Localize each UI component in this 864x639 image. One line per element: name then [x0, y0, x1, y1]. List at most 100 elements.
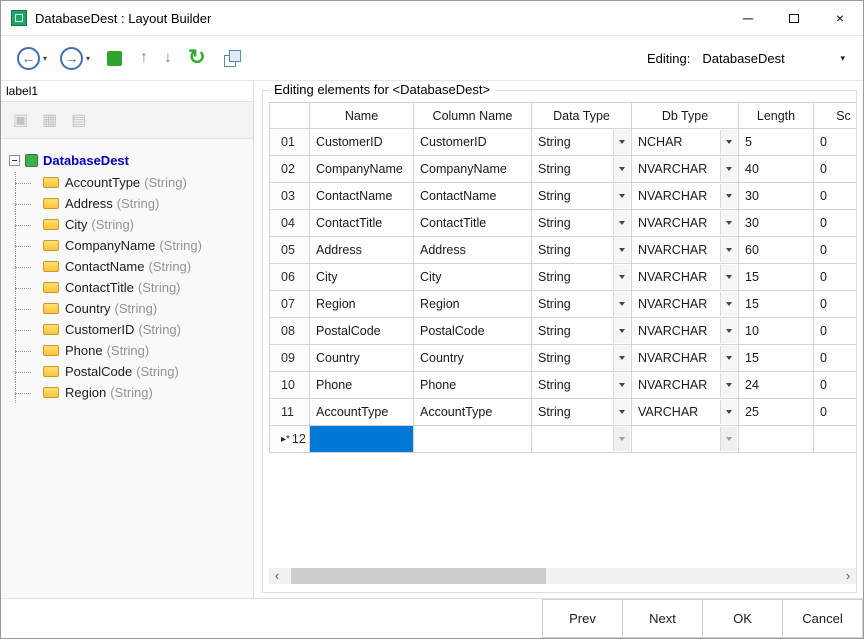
- new-element-icon[interactable]: ▣: [13, 110, 28, 130]
- cell-data_type[interactable]: String: [532, 237, 632, 264]
- row-header[interactable]: 05: [270, 237, 310, 264]
- cell-scale[interactable]: 0: [814, 129, 856, 156]
- tree-item-phone[interactable]: Phone(String): [9, 340, 253, 361]
- cell-scale[interactable]: 0: [814, 183, 856, 210]
- tree-item-contacttitle[interactable]: ContactTitle(String): [9, 277, 253, 298]
- cell-db_type[interactable]: NVARCHAR: [632, 372, 739, 399]
- copy-layout-button[interactable]: [222, 49, 241, 68]
- tree-root-databasedest[interactable]: DatabaseDest: [9, 149, 253, 172]
- cell-length[interactable]: 25: [739, 399, 814, 426]
- cell-length[interactable]: 30: [739, 210, 814, 237]
- cell-length[interactable]: 5: [739, 129, 814, 156]
- tree-item-address[interactable]: Address(String): [9, 193, 253, 214]
- tree-item-postalcode[interactable]: PostalCode(String): [9, 361, 253, 382]
- row-header[interactable]: 07: [270, 291, 310, 318]
- row-header[interactable]: 08: [270, 318, 310, 345]
- cell-name[interactable]: [310, 426, 414, 453]
- cell-column_name[interactable]: City: [414, 264, 532, 291]
- cell-column_name[interactable]: Address: [414, 237, 532, 264]
- cell-dropdown-button[interactable]: [720, 373, 737, 397]
- cell-column_name[interactable]: ContactName: [414, 183, 532, 210]
- tree-item-region[interactable]: Region(String): [9, 382, 253, 403]
- minimize-button[interactable]: ─: [725, 1, 771, 35]
- row-header[interactable]: 03: [270, 183, 310, 210]
- cell-db_type[interactable]: NCHAR: [632, 129, 739, 156]
- cell-length[interactable]: 60: [739, 237, 814, 264]
- cell-data_type[interactable]: String: [532, 183, 632, 210]
- refresh-button[interactable]: ↻: [188, 48, 206, 68]
- cell-dropdown-button[interactable]: [613, 400, 630, 424]
- cell-scale[interactable]: 0: [814, 399, 856, 426]
- cell-dropdown-button[interactable]: [720, 130, 737, 154]
- cell-dropdown-button[interactable]: [613, 157, 630, 181]
- row-header[interactable]: 11: [270, 399, 310, 426]
- tree-item-city[interactable]: City(String): [9, 214, 253, 235]
- cell-dropdown-button[interactable]: [613, 238, 630, 262]
- cell-name[interactable]: AccountType: [310, 399, 414, 426]
- cell-dropdown-button[interactable]: [613, 346, 630, 370]
- row-header[interactable]: 01: [270, 129, 310, 156]
- cell-dropdown-button[interactable]: [613, 184, 630, 208]
- cell-data_type[interactable]: String: [532, 318, 632, 345]
- new-row-header[interactable]: ▸*12: [270, 426, 310, 453]
- tree-item-customerid[interactable]: CustomerID(String): [9, 319, 253, 340]
- cell-column_name[interactable]: Region: [414, 291, 532, 318]
- cell-column_name[interactable]: ContactTitle: [414, 210, 532, 237]
- back-dropdown-caret-icon[interactable]: ▾: [43, 54, 47, 63]
- cell-name[interactable]: CustomerID: [310, 129, 414, 156]
- cell-scale[interactable]: 0: [814, 237, 856, 264]
- cell-db_type[interactable]: NVARCHAR: [632, 345, 739, 372]
- move-down-button[interactable]: ↓: [164, 49, 172, 67]
- cell-column_name[interactable]: AccountType: [414, 399, 532, 426]
- cell-db_type[interactable]: NVARCHAR: [632, 156, 739, 183]
- cell-name[interactable]: Region: [310, 291, 414, 318]
- tree-item-country[interactable]: Country(String): [9, 298, 253, 319]
- cell-scale[interactable]: 0: [814, 291, 856, 318]
- cell-length[interactable]: 15: [739, 291, 814, 318]
- row-header[interactable]: 09: [270, 345, 310, 372]
- cancel-button[interactable]: Cancel: [782, 599, 863, 638]
- cell-column_name[interactable]: Phone: [414, 372, 532, 399]
- scrollbar-thumb[interactable]: [291, 568, 546, 584]
- cell-data_type[interactable]: String: [532, 210, 632, 237]
- grid-view-icon[interactable]: ▦: [42, 110, 57, 130]
- cell-dropdown-button[interactable]: [613, 319, 630, 343]
- cell-data_type[interactable]: String: [532, 345, 632, 372]
- cell-column_name[interactable]: [414, 426, 532, 453]
- cell-data_type[interactable]: String: [532, 399, 632, 426]
- cell-data_type[interactable]: String: [532, 129, 632, 156]
- cell-dropdown-button[interactable]: [720, 292, 737, 316]
- cell-data_type[interactable]: String: [532, 156, 632, 183]
- cell-scale[interactable]: 0: [814, 156, 856, 183]
- cell-length[interactable]: 40: [739, 156, 814, 183]
- cell-dropdown-button[interactable]: [720, 319, 737, 343]
- cell-db_type[interactable]: NVARCHAR: [632, 318, 739, 345]
- next-button[interactable]: Next: [622, 599, 703, 638]
- cell-name[interactable]: CompanyName: [310, 156, 414, 183]
- editing-combobox[interactable]: DatabaseDest ▾: [698, 47, 849, 70]
- cell-dropdown-button[interactable]: [720, 265, 737, 289]
- move-up-button[interactable]: ↑: [140, 49, 148, 67]
- tree-item-companyname[interactable]: CompanyName(String): [9, 235, 253, 256]
- row-header[interactable]: 04: [270, 210, 310, 237]
- cell-name[interactable]: Address: [310, 237, 414, 264]
- cell-length[interactable]: 15: [739, 264, 814, 291]
- cell-db_type[interactable]: NVARCHAR: [632, 210, 739, 237]
- cell-name[interactable]: Phone: [310, 372, 414, 399]
- cell-dropdown-button[interactable]: [720, 238, 737, 262]
- cell-dropdown-button[interactable]: [720, 211, 737, 235]
- collapse-icon[interactable]: [9, 155, 20, 166]
- horizontal-scrollbar[interactable]: ‹ ›: [269, 568, 856, 584]
- cell-db_type[interactable]: NVARCHAR: [632, 237, 739, 264]
- cell-name[interactable]: Country: [310, 345, 414, 372]
- cell-column_name[interactable]: Country: [414, 345, 532, 372]
- cell-dropdown-button[interactable]: [613, 292, 630, 316]
- cell-dropdown-button[interactable]: [720, 184, 737, 208]
- stop-button[interactable]: [107, 51, 122, 66]
- cell-data_type[interactable]: [532, 426, 632, 453]
- back-button[interactable]: ←: [17, 47, 40, 70]
- scrollbar-track[interactable]: [285, 568, 840, 584]
- cell-db_type[interactable]: NVARCHAR: [632, 291, 739, 318]
- cell-column_name[interactable]: PostalCode: [414, 318, 532, 345]
- cell-scale[interactable]: 0: [814, 318, 856, 345]
